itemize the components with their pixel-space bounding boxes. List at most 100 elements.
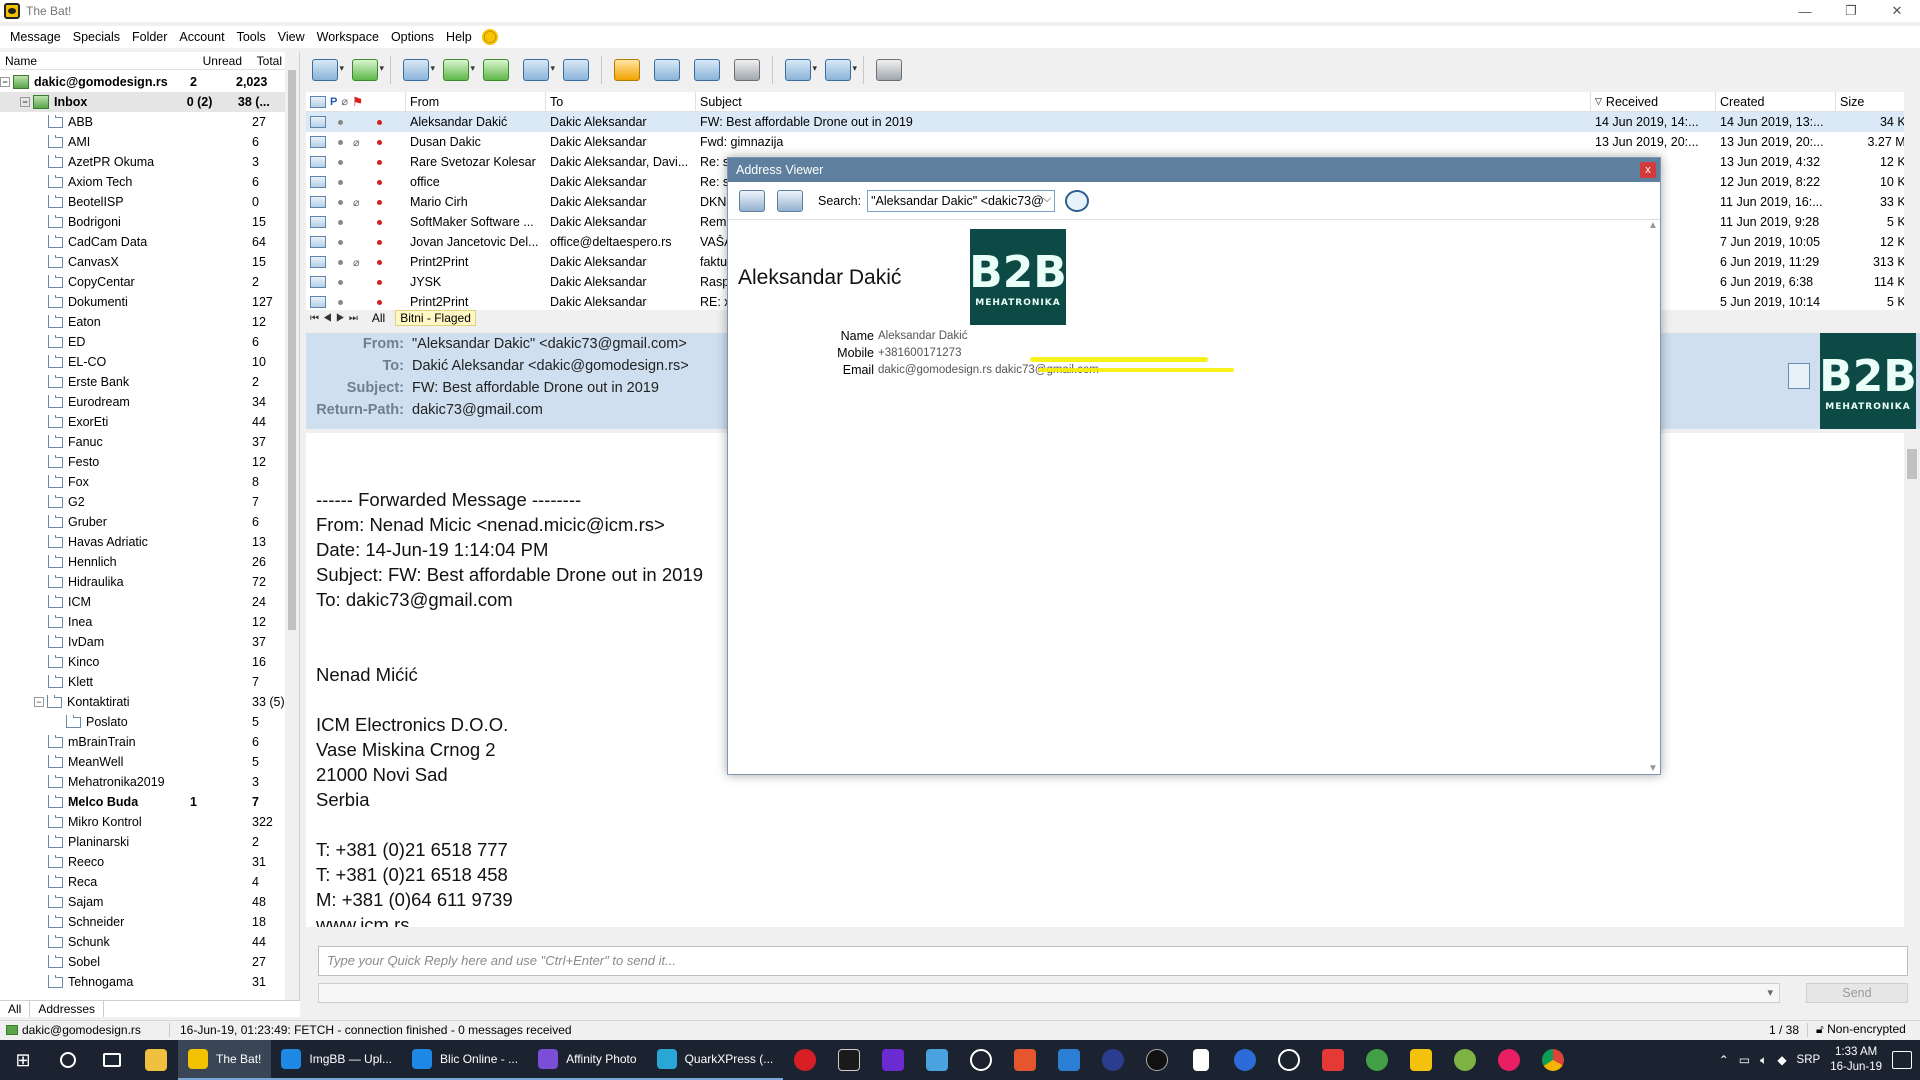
collapse-icon[interactable]: − xyxy=(34,697,44,707)
folder-item[interactable]: ICM 24 xyxy=(0,592,285,612)
settings-gear-icon[interactable] xyxy=(959,1040,1003,1080)
menu-folder[interactable]: Folder xyxy=(126,30,173,44)
new-message-button[interactable] xyxy=(397,54,435,86)
account-row[interactable]: − dakic@gomodesign.rs 2 2,023 xyxy=(0,72,285,92)
network-icon[interactable]: ▭ xyxy=(1739,1053,1750,1067)
folder-item[interactable]: Mikro Kontrol 322 xyxy=(0,812,285,832)
folder-item[interactable]: Mehatronika2019 3 xyxy=(0,772,285,792)
c-app-icon[interactable] xyxy=(871,1040,915,1080)
folder-item[interactable]: Festo 12 xyxy=(0,452,285,472)
red-app-icon[interactable] xyxy=(1311,1040,1355,1080)
menu-tools[interactable]: Tools xyxy=(231,30,272,44)
folder-item[interactable]: Erste Bank 2 xyxy=(0,372,285,392)
folder-item[interactable]: ABB 27 xyxy=(0,112,285,132)
folder-item[interactable]: Fanuc 37 xyxy=(0,432,285,452)
reply-all-button[interactable] xyxy=(477,54,515,86)
forward-button[interactable] xyxy=(517,54,555,86)
folder-item[interactable]: Hennlich 26 xyxy=(0,552,285,572)
folder-item[interactable]: CanvasX 15 xyxy=(0,252,285,272)
menu-specials[interactable]: Specials xyxy=(67,30,126,44)
folder-item[interactable]: Schunk 44 xyxy=(0,932,285,952)
move-button[interactable] xyxy=(779,54,817,86)
file-explorer-icon[interactable] xyxy=(134,1040,178,1080)
taskbar-app[interactable]: Blic Online - ... xyxy=(402,1040,529,1080)
menu-help[interactable]: Help xyxy=(440,30,478,44)
taskbar-app[interactable]: QuarkXPress (... xyxy=(646,1040,784,1080)
folder-item[interactable]: Fox 8 xyxy=(0,472,285,492)
search-input[interactable]: "Aleksandar Dakic" <dakic73@ ⌵ xyxy=(867,189,1056,212)
sheet-app-icon[interactable] xyxy=(1047,1040,1091,1080)
nav-arrows-icon[interactable]: ⏮◀▶⏭ xyxy=(310,313,362,324)
fan-app-icon[interactable] xyxy=(1091,1040,1135,1080)
folder-col-total[interactable]: Total xyxy=(242,54,282,68)
wave-app-icon[interactable] xyxy=(1487,1040,1531,1080)
taskbar-app[interactable]: Affinity Photo xyxy=(528,1040,647,1080)
taskbar-app[interactable]: ImgBB — Upl... xyxy=(271,1040,403,1080)
print-button[interactable] xyxy=(728,54,766,86)
folder-item[interactable]: Eurodream 34 xyxy=(0,392,285,412)
spellcheck-button[interactable] xyxy=(608,54,646,86)
tab-all-messages[interactable]: All xyxy=(372,311,385,325)
folder-item[interactable]: ED 6 xyxy=(0,332,285,352)
a-app-icon[interactable] xyxy=(1267,1040,1311,1080)
folder-item[interactable]: Reeco 31 xyxy=(0,852,285,872)
pen-app-icon[interactable] xyxy=(1135,1040,1179,1080)
facebook-icon[interactable] xyxy=(1223,1040,1267,1080)
copy-button[interactable] xyxy=(819,54,857,86)
folder-item[interactable]: G2 7 xyxy=(0,492,285,512)
collapse-icon[interactable]: − xyxy=(0,77,10,87)
minimize-button[interactable]: — xyxy=(1782,0,1828,22)
chevron-down-icon[interactable]: ⌵ xyxy=(1043,193,1051,206)
folder-scrollbar[interactable] xyxy=(285,52,299,1007)
tab-all[interactable]: All xyxy=(0,1001,31,1017)
folder-item[interactable]: Bodrigoni 15 xyxy=(0,212,285,232)
return-path-value[interactable]: dakic73@gmail.com xyxy=(412,402,543,418)
reply-button[interactable] xyxy=(437,54,475,86)
send-button[interactable]: Send xyxy=(1806,983,1908,1003)
notifications-icon[interactable] xyxy=(1892,1051,1912,1069)
menu-workspace[interactable]: Workspace xyxy=(311,30,385,44)
opera-icon[interactable] xyxy=(783,1040,827,1080)
folder-item[interactable]: CadCam Data 64 xyxy=(0,232,285,252)
menu-options[interactable]: Options xyxy=(385,30,440,44)
scroll-up-icon[interactable]: ▲ xyxy=(1648,220,1658,231)
menu-account[interactable]: Account xyxy=(173,30,230,44)
folder-item[interactable]: Poslato 5 xyxy=(0,712,285,732)
send-mail-button[interactable] xyxy=(346,54,384,86)
message-row[interactable]: Aleksandar Dakić Dakic Aleksandar FW: Best… xyxy=(306,112,1920,132)
camera-icon[interactable] xyxy=(915,1040,959,1080)
taskbar-app[interactable]: The Bat! xyxy=(178,1040,272,1080)
dialog-scrollbar[interactable]: ▲ ▼ xyxy=(1646,220,1660,774)
scrollbar-thumb[interactable] xyxy=(1907,449,1917,479)
folder-item[interactable]: Hidraulika 72 xyxy=(0,572,285,592)
vivaldi-icon[interactable] xyxy=(827,1040,871,1080)
message-row[interactable]: ⌀ Dusan Dakic Dakic Aleksandar Fwd: gimnazi… xyxy=(306,132,1920,152)
folder-item[interactable]: mBrainTrain 6 xyxy=(0,732,285,752)
tab-addresses[interactable]: Addresses xyxy=(30,1001,105,1017)
folder-col-unread[interactable]: Unread xyxy=(190,54,242,68)
folder-item[interactable]: AzetPR Okuma 3 xyxy=(0,152,285,172)
sun-icon[interactable] xyxy=(481,29,498,45)
from-value[interactable]: "Aleksandar Dakic" <dakic73@gmail.com> xyxy=(412,336,687,352)
folder-item[interactable]: Schneider 18 xyxy=(0,912,285,932)
chrome-icon[interactable] xyxy=(1531,1040,1575,1080)
address-book-button[interactable] xyxy=(688,54,726,86)
folder-item[interactable]: Klett 7 xyxy=(0,672,285,692)
col-received[interactable]: ▽ Received xyxy=(1591,91,1716,112)
attachment-icon[interactable] xyxy=(1788,363,1810,389)
folder-item[interactable]: − Kontaktirati 33 (5) xyxy=(0,692,285,712)
tray-chevron-icon[interactable]: ⌃ xyxy=(1719,1053,1729,1067)
tab-flagged[interactable]: Bitni - Flaged xyxy=(395,310,476,326)
yellow-app-icon[interactable] xyxy=(1399,1040,1443,1080)
dialog-close-button[interactable]: x xyxy=(1640,162,1656,178)
folder-item[interactable]: ExorEti 44 xyxy=(0,412,285,432)
folder-item[interactable]: Inea 12 xyxy=(0,612,285,632)
folder-item[interactable]: Axiom Tech 6 xyxy=(0,172,285,192)
folder-item[interactable]: AMI 6 xyxy=(0,132,285,152)
dialog-contacts-button[interactable] xyxy=(774,186,806,216)
task-view-icon[interactable] xyxy=(90,1040,134,1080)
folder-item[interactable]: Tehnogama 31 xyxy=(0,972,285,992)
dialog-print-button[interactable] xyxy=(736,186,768,216)
folder-item[interactable]: BeotelISP 0 xyxy=(0,192,285,212)
quick-reply-input[interactable]: Type your Quick Reply here and use "Ctrl… xyxy=(318,946,1908,976)
